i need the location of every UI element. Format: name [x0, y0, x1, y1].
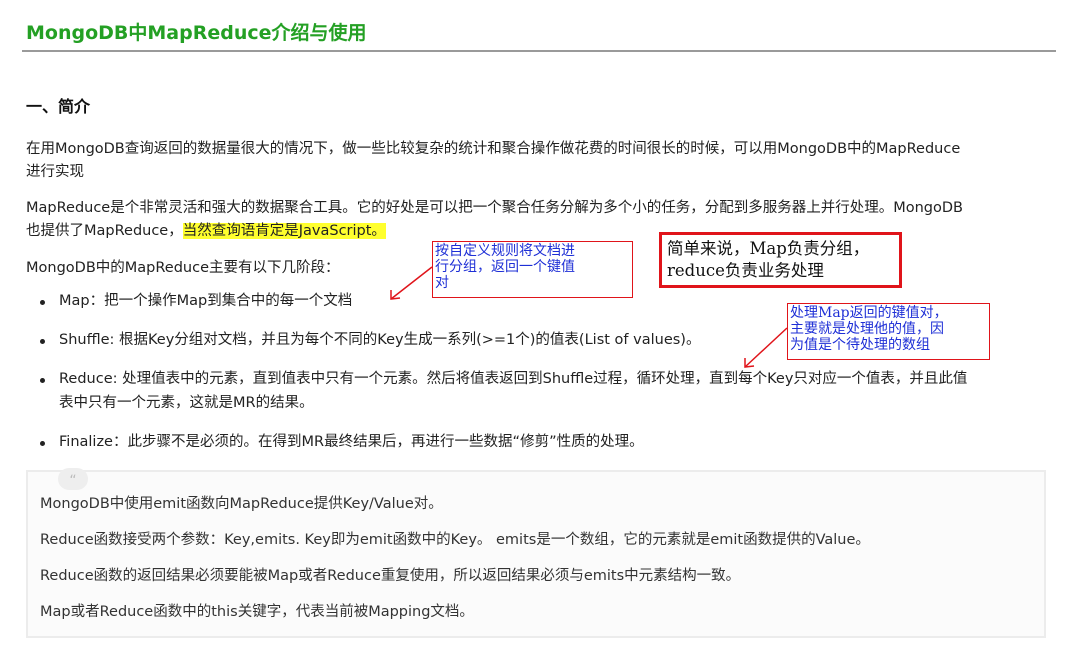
annotation-arrows: [390, 266, 788, 368]
arrow-reduce-note: [744, 327, 788, 368]
arrow-map-note: [390, 266, 433, 300]
